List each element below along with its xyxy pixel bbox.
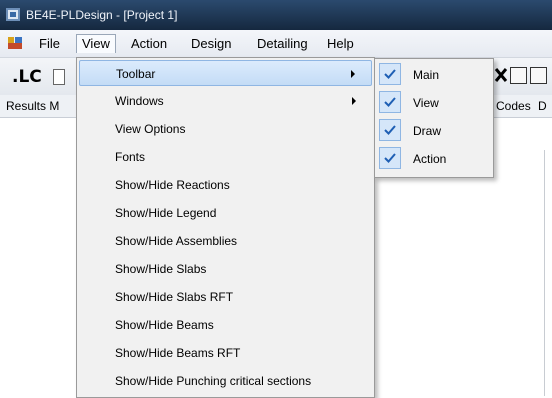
submenu-arrow-icon (352, 97, 356, 105)
title-bar: BE4E-PLDesign - [Project 1] (0, 0, 552, 30)
app-logo-icon (8, 37, 22, 49)
window-icon[interactable] (510, 67, 527, 84)
menu-item-label: Fonts (115, 150, 146, 164)
view-menu-item-slabs-rft[interactable]: Show/Hide Slabs RFT (79, 284, 372, 310)
view-menu-item-beams-rft[interactable]: Show/Hide Beams RFT (79, 340, 372, 366)
view-menu-item-slabs[interactable]: Show/Hide Slabs (79, 256, 372, 282)
submenu-item-label: Action (413, 152, 447, 166)
view-menu-item-view-options[interactable]: View Options (79, 116, 372, 142)
view-menu-item-toolbar[interactable]: Toolbar (79, 60, 372, 86)
view-menu-item-fonts[interactable]: Fonts (79, 144, 372, 170)
menu-item-label: Show/Hide Legend (115, 206, 217, 220)
codes-tab[interactable]: Codes (496, 99, 531, 113)
toolbar-submenu-view[interactable]: View (377, 89, 491, 117)
menu-item-label: Show/Hide Reactions (115, 178, 230, 192)
menu-file[interactable]: File (34, 35, 65, 53)
new-document-icon[interactable] (53, 69, 65, 85)
view-menu-item-beams[interactable]: Show/Hide Beams (79, 312, 372, 338)
menu-item-label: View Options (115, 122, 186, 136)
menu-item-label: Show/Hide Beams RFT (115, 346, 241, 360)
view-menu-item-reactions[interactable]: Show/Hide Reactions (79, 172, 372, 198)
submenu-arrow-icon (351, 70, 355, 78)
view-menu-dropdown: Toolbar Windows View Options Fonts Show/… (76, 57, 375, 398)
toolbar-submenu-draw[interactable]: Draw (377, 117, 491, 145)
checkmark-icon (379, 63, 401, 85)
submenu-item-label: Main (413, 68, 440, 82)
lc-button[interactable]: .LC (12, 67, 42, 87)
menu-item-label: Windows (115, 94, 164, 108)
menu-bar: File View Action Design Detailing Help (0, 30, 552, 58)
results-tab[interactable]: Results M (6, 99, 59, 113)
menu-help[interactable]: Help (322, 35, 359, 53)
checkmark-icon (379, 91, 401, 113)
menu-action[interactable]: Action (126, 35, 172, 53)
toolbar-submenu-action[interactable]: Action (377, 145, 491, 173)
menu-view[interactable]: View (76, 34, 116, 53)
toolbar-submenu: Main View Draw Action (374, 58, 494, 178)
toolbar-submenu-main[interactable]: Main (377, 61, 491, 89)
app-icon (6, 8, 20, 21)
workspace-divider (544, 150, 545, 396)
window-restore-icon[interactable] (530, 67, 547, 84)
view-menu-item-windows[interactable]: Windows (79, 88, 372, 114)
extra-tab[interactable]: D (538, 99, 547, 113)
menu-design[interactable]: Design (186, 35, 236, 53)
edit-icon[interactable] (494, 67, 508, 83)
checkmark-icon (379, 147, 401, 169)
submenu-item-label: Draw (413, 124, 442, 138)
checkmark-icon (379, 119, 401, 141)
menu-item-label: Show/Hide Punching critical sections (115, 374, 312, 388)
menu-item-label: Show/Hide Slabs (115, 262, 207, 276)
view-menu-item-punching[interactable]: Show/Hide Punching critical sections (79, 368, 372, 394)
menu-item-label: Show/Hide Assemblies (115, 234, 238, 248)
view-menu-item-assemblies[interactable]: Show/Hide Assemblies (79, 228, 372, 254)
menu-item-label: Show/Hide Beams (115, 318, 214, 332)
menu-item-label: Toolbar (116, 67, 156, 81)
menu-detailing[interactable]: Detailing (252, 35, 313, 53)
menu-item-label: Show/Hide Slabs RFT (115, 290, 234, 304)
view-menu-item-legend[interactable]: Show/Hide Legend (79, 200, 372, 226)
window-title: BE4E-PLDesign - [Project 1] (26, 8, 178, 22)
submenu-item-label: View (413, 96, 439, 110)
